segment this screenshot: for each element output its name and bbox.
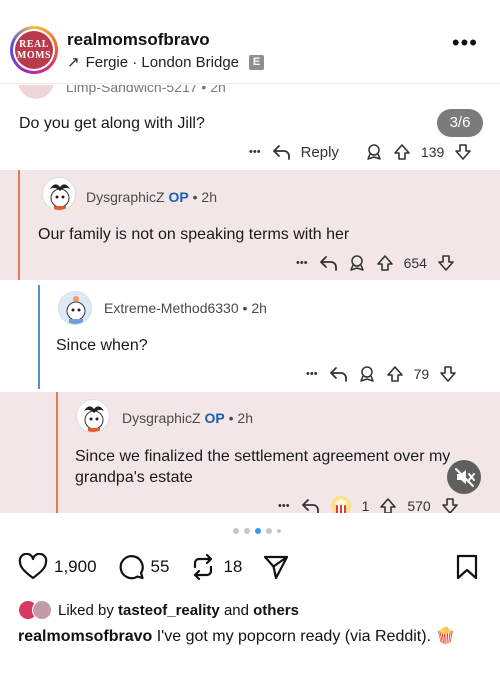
- comment-meta: DysgraphicZ OP • 2h: [122, 410, 253, 426]
- award-count: 1: [361, 498, 370, 513]
- account-name[interactable]: realmomsofbravo: [67, 30, 210, 50]
- bookmark-icon[interactable]: [454, 553, 480, 581]
- op-badge: OP: [168, 189, 189, 205]
- comment-actions: ••• Reply 139: [249, 143, 472, 161]
- downvote-icon[interactable]: [441, 497, 459, 513]
- like-count[interactable]: 1,900: [54, 557, 97, 577]
- award-icon[interactable]: [348, 254, 366, 272]
- explicit-badge: E: [249, 54, 265, 70]
- comment-time: 2h: [251, 300, 267, 316]
- downvote-icon[interactable]: [437, 254, 455, 272]
- op-badge: OP: [204, 410, 225, 426]
- thread-line: [38, 285, 40, 389]
- upvote-icon[interactable]: [386, 365, 404, 383]
- comment-actions: ••• 1 570: [278, 495, 459, 513]
- reply-icon[interactable]: [300, 497, 320, 513]
- more-icon[interactable]: •••: [278, 500, 290, 512]
- vote-count: 570: [407, 498, 431, 513]
- avatar: [58, 291, 92, 325]
- share-icon[interactable]: [262, 553, 290, 581]
- pagination-dot: [277, 529, 281, 533]
- liked-by-avatars: [18, 600, 52, 620]
- reply-label[interactable]: Reply: [301, 144, 339, 161]
- comment-user: DysgraphicZ: [122, 410, 201, 426]
- avatar: [32, 600, 52, 620]
- slide-counter: 3/6: [437, 109, 483, 137]
- comment-time: 2h: [201, 189, 217, 205]
- comment-actions: ••• 79: [306, 365, 457, 383]
- caption-text: I've got my popcorn ready (via Reddit).: [156, 628, 432, 645]
- post-media[interactable]: Limp-Sandwich-5217 • 2h Do you get along…: [0, 85, 500, 513]
- post-actions-bar: 1,900 55 18: [18, 553, 290, 581]
- avatar: [76, 399, 110, 433]
- repost-count[interactable]: 18: [223, 557, 242, 577]
- pagination-dot: [233, 528, 239, 534]
- downvote-icon[interactable]: [454, 143, 472, 161]
- award-icon[interactable]: [365, 143, 383, 161]
- liked-by-row[interactable]: Liked by tasteof_reality and others: [18, 600, 299, 620]
- liked-by-user[interactable]: tasteof_reality: [118, 602, 220, 619]
- comment-meta: Limp-Sandwich-5217 • 2h: [66, 85, 226, 95]
- logo-text: REAL MOMS: [15, 31, 53, 69]
- comment-text: Do you get along with Jill?: [19, 115, 205, 132]
- comment-user: Extreme-Method6330: [104, 300, 239, 316]
- comment-text: Our family is not on speaking terms with…: [38, 226, 350, 243]
- account-avatar[interactable]: REAL MOMS: [10, 26, 58, 74]
- reply-icon[interactable]: [318, 254, 338, 272]
- carousel-pagination: [233, 528, 281, 534]
- more-icon[interactable]: •••: [296, 257, 308, 269]
- liked-by-others[interactable]: others: [253, 602, 299, 619]
- popcorn-award-icon[interactable]: [330, 495, 352, 513]
- upvote-icon[interactable]: [379, 497, 397, 513]
- speaker-muted-icon: [455, 468, 475, 487]
- location-text: Fergie · London Bridge: [85, 53, 240, 71]
- liked-by-prefix: Liked by: [58, 601, 114, 619]
- award-icon[interactable]: [358, 365, 376, 383]
- vote-count: 79: [413, 366, 430, 382]
- vote-count: 654: [403, 255, 427, 271]
- pagination-dot-active: [255, 528, 261, 534]
- thread-line: [18, 170, 20, 280]
- comment-user: DysgraphicZ: [86, 189, 165, 205]
- reply-icon[interactable]: [271, 143, 291, 161]
- heart-icon[interactable]: [18, 553, 48, 581]
- avatar: [18, 85, 54, 99]
- arrow-icon: ↗: [67, 54, 80, 71]
- comment-count[interactable]: 55: [151, 557, 170, 577]
- comment-icon[interactable]: [117, 553, 145, 581]
- mute-button[interactable]: [447, 460, 481, 494]
- pagination-dot: [244, 528, 250, 534]
- post-caption: realmomsofbravo I've got my popcorn read…: [18, 626, 488, 648]
- more-icon[interactable]: •••: [306, 368, 318, 380]
- thread-line: [56, 392, 58, 513]
- more-icon[interactable]: •••: [249, 146, 261, 158]
- more-options-button[interactable]: •••: [452, 32, 478, 54]
- comment-text: Since when?: [56, 337, 148, 354]
- comment-meta: Extreme-Method6330 • 2h: [104, 300, 267, 316]
- popcorn-icon: 🍿: [435, 628, 456, 645]
- avatar: [42, 177, 76, 211]
- upvote-icon[interactable]: [393, 143, 411, 161]
- comment-time: 2h: [237, 410, 253, 426]
- comment-actions: ••• 654: [296, 254, 455, 272]
- location-row[interactable]: ↗ Fergie · London Bridge E: [67, 53, 265, 71]
- pagination-dot: [266, 528, 272, 534]
- liked-by-middle: and: [223, 601, 249, 619]
- comment-meta: DysgraphicZ OP • 2h: [86, 189, 217, 205]
- upvote-icon[interactable]: [376, 254, 394, 272]
- repost-icon[interactable]: [189, 553, 217, 581]
- comment-time: 2h: [210, 85, 226, 95]
- reply-icon[interactable]: [328, 365, 348, 383]
- vote-count: 139: [420, 144, 445, 160]
- caption-user[interactable]: realmomsofbravo: [18, 628, 152, 645]
- downvote-icon[interactable]: [439, 365, 457, 383]
- comment-user: Limp-Sandwich-5217: [66, 85, 198, 95]
- comment-text: Since we finalized the settlement agreem…: [75, 448, 451, 486]
